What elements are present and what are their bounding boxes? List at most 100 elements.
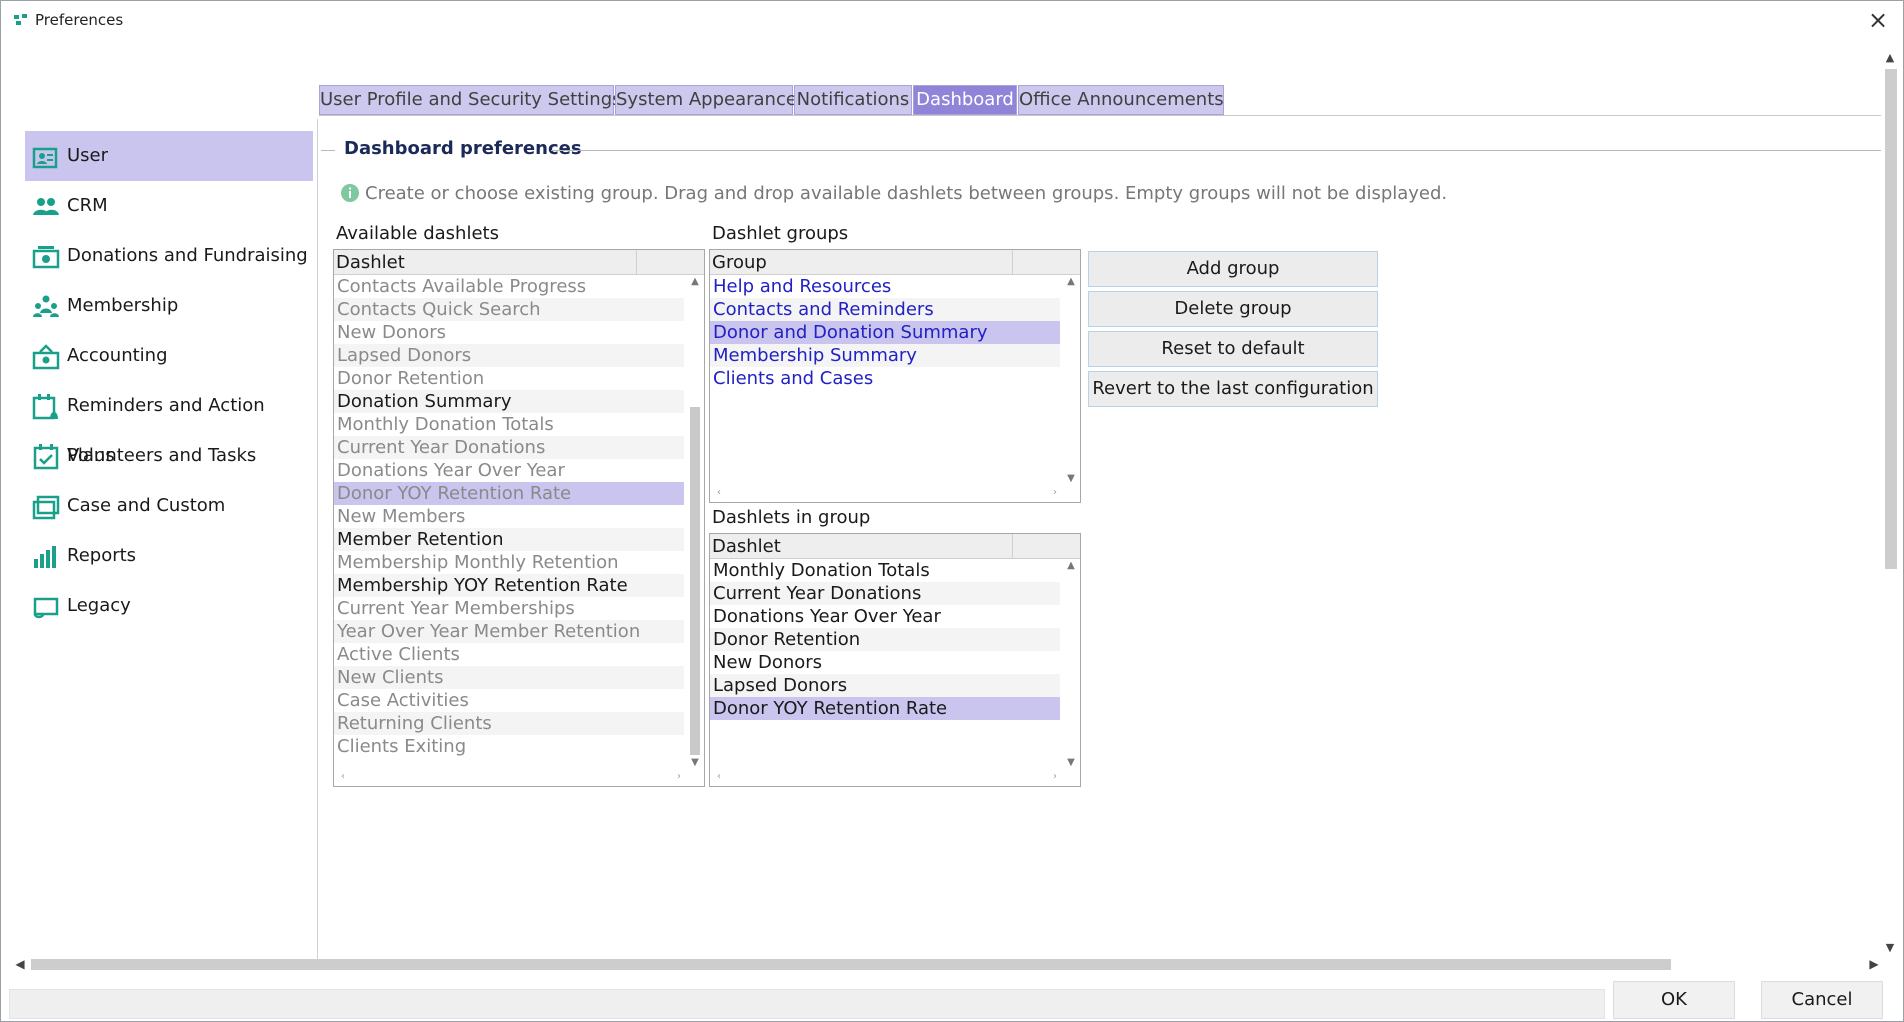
list-item[interactable]: Member Retention xyxy=(334,528,684,551)
list-item[interactable]: Current Year Memberships xyxy=(334,597,684,620)
list-header: Dashlet xyxy=(710,534,1080,559)
close-button[interactable]: × xyxy=(1863,5,1893,35)
scroll-right-icon[interactable]: › xyxy=(672,770,686,784)
scroll-down-icon[interactable]: ▼ xyxy=(688,756,702,770)
sidebar-item-membership[interactable]: Membership xyxy=(25,281,313,331)
tab-office-announcements[interactable]: Office Announcements xyxy=(1018,85,1224,115)
list-item[interactable]: Returning Clients xyxy=(334,712,684,735)
reminder-icon xyxy=(32,394,58,420)
list-item[interactable]: Case Activities xyxy=(334,689,684,712)
list-item[interactable]: Monthly Donation Totals xyxy=(334,413,684,436)
column-header-dashlet[interactable]: Dashlet xyxy=(336,252,405,273)
groups-list-hscrollbar[interactable]: ‹ › xyxy=(710,486,1064,500)
scroll-left-icon[interactable]: ◀ xyxy=(13,956,27,972)
column-header-dashlet[interactable]: Dashlet xyxy=(712,536,781,557)
list-item[interactable]: New Members xyxy=(334,505,684,528)
revert-last-configuration-button[interactable]: Revert to the last configuration xyxy=(1088,371,1378,407)
list-item[interactable]: Current Year Donations xyxy=(710,582,1060,605)
list-item[interactable]: New Clients xyxy=(334,666,684,689)
list-item[interactable]: Donor and Donation Summary xyxy=(710,321,1060,344)
available-list-vscrollbar[interactable]: ▲ ▼ xyxy=(688,275,702,770)
dashlet-groups-label: Dashlet groups xyxy=(712,223,849,244)
main-vertical-scrollbar[interactable]: ▲ ▼ xyxy=(1881,51,1899,957)
list-item[interactable]: Clients Exiting xyxy=(334,735,684,758)
scroll-down-icon[interactable]: ▼ xyxy=(1064,756,1078,770)
scroll-right-icon[interactable]: › xyxy=(1048,770,1062,784)
sidebar-item-accounting[interactable]: Accounting xyxy=(25,331,313,381)
list-item[interactable]: Donor Retention xyxy=(334,367,684,390)
scroll-thumb[interactable] xyxy=(1885,69,1897,569)
list-item[interactable]: Monthly Donation Totals xyxy=(710,559,1060,582)
ok-button[interactable]: OK xyxy=(1613,981,1735,1019)
list-item[interactable]: Clients and Cases xyxy=(710,367,1060,390)
list-item[interactable]: Membership Monthly Retention xyxy=(334,551,684,574)
scroll-left-icon[interactable]: ‹ xyxy=(712,486,726,500)
list-item[interactable]: Donor YOY Retention Rate xyxy=(710,697,1060,720)
scroll-down-icon[interactable]: ▼ xyxy=(1883,941,1897,955)
list-item[interactable]: Year Over Year Member Retention xyxy=(334,620,684,643)
list-item[interactable]: Donation Summary xyxy=(334,390,684,413)
list-item[interactable]: Contacts Quick Search xyxy=(334,298,684,321)
status-bar xyxy=(9,989,1605,1019)
available-dashlets-list[interactable]: Dashlet Contacts Available Progress Conta… xyxy=(333,249,705,787)
dashlets-in-group-list[interactable]: Dashlet Monthly Donation Totals Current Y… xyxy=(709,533,1081,787)
main-horizontal-scrollbar[interactable]: ◀ ▶ xyxy=(13,956,1881,972)
scroll-left-icon[interactable]: ‹ xyxy=(712,770,726,784)
tab-system-appearance[interactable]: System Appearance xyxy=(615,85,797,115)
scroll-up-icon[interactable]: ▲ xyxy=(1883,51,1897,65)
list-item[interactable]: Donor YOY Retention Rate xyxy=(334,482,684,505)
list-item[interactable]: New Donors xyxy=(710,651,1060,674)
dashlet-groups-list[interactable]: Group Help and Resources Contacts and Rem… xyxy=(709,249,1081,503)
in-group-list-hscrollbar[interactable]: ‹ › xyxy=(710,770,1064,784)
bar-chart-icon xyxy=(34,546,56,568)
available-list-hscrollbar[interactable]: ‹ › xyxy=(334,770,688,784)
list-item[interactable]: Active Clients xyxy=(334,643,684,666)
list-item[interactable]: Donor Retention xyxy=(710,628,1060,651)
sidebar-item-label: Reports xyxy=(67,545,137,566)
reset-to-default-button[interactable]: Reset to default xyxy=(1088,331,1378,367)
sidebar-item-crm[interactable]: CRM xyxy=(25,181,313,231)
sidebar-item-reminders[interactable]: Reminders and Action Plans xyxy=(25,381,313,466)
scroll-right-icon[interactable]: › xyxy=(1048,486,1062,500)
list-item[interactable]: Donations Year Over Year xyxy=(710,605,1060,628)
column-header-group[interactable]: Group xyxy=(712,252,767,273)
sidebar-item-label: User xyxy=(67,145,109,166)
list-item[interactable]: Membership YOY Retention Rate xyxy=(334,574,684,597)
fieldset-border xyxy=(321,150,335,151)
scroll-thumb[interactable] xyxy=(31,959,1671,970)
sidebar-item-user[interactable]: User xyxy=(25,131,313,181)
cancel-button[interactable]: Cancel xyxy=(1761,981,1883,1019)
tab-notifications[interactable]: Notifications xyxy=(794,85,912,115)
people-icon xyxy=(33,198,59,215)
tab-user-profile[interactable]: User Profile and Security Settings xyxy=(319,85,622,115)
tab-dashboard[interactable]: Dashboard xyxy=(913,85,1017,115)
list-item[interactable]: Contacts and Reminders xyxy=(710,298,1060,321)
scroll-up-icon[interactable]: ▲ xyxy=(688,275,702,289)
sidebar-item-label: Case and Custom xyxy=(67,495,226,516)
list-item[interactable]: Donations Year Over Year xyxy=(334,459,684,482)
scroll-right-icon[interactable]: ▶ xyxy=(1867,956,1881,972)
scroll-left-icon[interactable]: ‹ xyxy=(336,770,350,784)
scroll-thumb[interactable] xyxy=(690,407,700,755)
sidebar-item-donations[interactable]: Donations and Fundraising xyxy=(25,231,313,281)
list-item[interactable]: New Donors xyxy=(334,321,684,344)
list-item[interactable]: Current Year Donations xyxy=(334,436,684,459)
in-group-list-vscrollbar[interactable]: ▲ ▼ xyxy=(1064,559,1078,770)
app-logo-icon xyxy=(14,14,27,25)
scroll-up-icon[interactable]: ▲ xyxy=(1064,559,1078,573)
delete-group-button[interactable]: Delete group xyxy=(1088,291,1378,327)
list-item[interactable]: Contacts Available Progress xyxy=(334,275,684,298)
sidebar-item-case-custom[interactable]: Case and Custom xyxy=(25,481,313,531)
scroll-up-icon[interactable]: ▲ xyxy=(1064,275,1078,289)
list-item[interactable]: Membership Summary xyxy=(710,344,1060,367)
list-item[interactable]: Lapsed Donors xyxy=(710,674,1060,697)
sidebar-item-legacy[interactable]: Legacy xyxy=(25,581,313,631)
scroll-down-icon[interactable]: ▼ xyxy=(1064,472,1078,486)
sidebar-item-reports[interactable]: Reports xyxy=(25,531,313,581)
list-item[interactable]: Lapsed Donors xyxy=(334,344,684,367)
list-item[interactable]: Help and Resources xyxy=(710,275,1060,298)
add-group-button[interactable]: Add group xyxy=(1088,251,1378,287)
sidebar-item-volunteers[interactable]: Volunteers and Tasks xyxy=(25,431,313,481)
groups-list-vscrollbar[interactable]: ▲ ▼ xyxy=(1064,275,1078,486)
accounting-icon xyxy=(32,344,60,370)
